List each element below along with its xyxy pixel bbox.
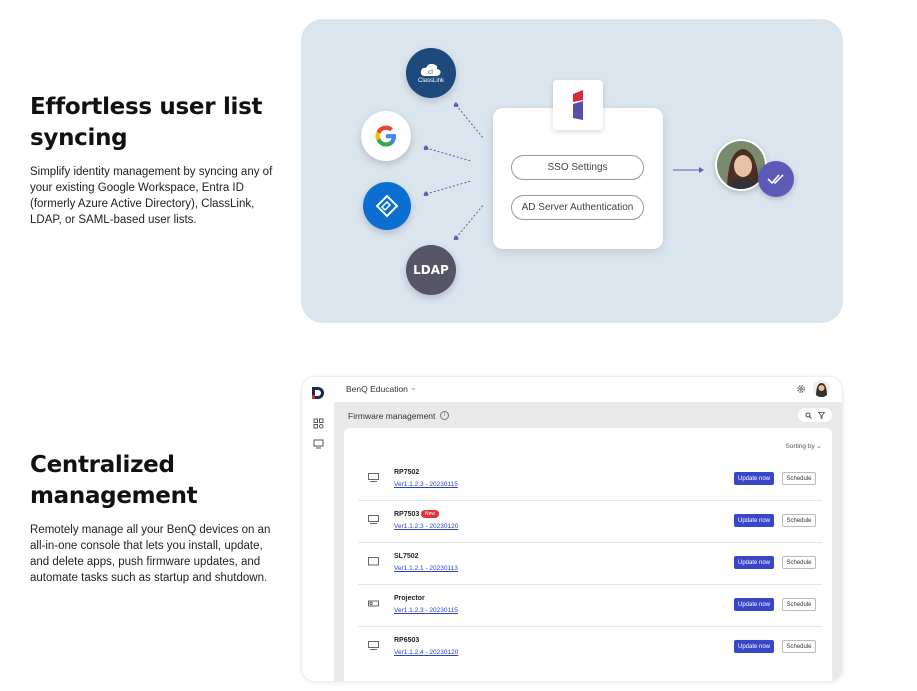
device-name: Projector xyxy=(394,595,425,602)
table-row: SL7502 Ver1.1.2.1 - 20230113 Update now … xyxy=(358,543,822,585)
update-now-button[interactable]: Update now xyxy=(734,556,774,569)
toolbar-pill xyxy=(798,408,832,422)
chevron-down-icon[interactable]: ⌄ xyxy=(410,383,417,392)
schedule-button[interactable]: Schedule xyxy=(782,640,816,653)
firmware-version-link[interactable]: Ver1.1.2.3 - 20230115 xyxy=(394,481,458,488)
entra-id-icon xyxy=(363,182,411,230)
display-icon xyxy=(368,515,379,524)
device-name: RP7503 xyxy=(394,511,420,518)
console-sidebar xyxy=(302,377,334,681)
update-now-button[interactable]: Update now xyxy=(734,472,774,485)
sort-label: Sorting by xyxy=(785,443,815,450)
table-row: Projector Ver1.1.2.3 - 20230115 Update n… xyxy=(358,585,822,627)
table-row: RP7502 Ver1.1.2.3 - 20230115 Update now … xyxy=(358,459,822,501)
update-now-button[interactable]: Update now xyxy=(734,514,774,527)
update-now-button[interactable]: Update now xyxy=(734,640,774,653)
table-row: RP7503 New Ver1.1.2.3 - 20230120 Update … xyxy=(358,501,822,543)
classlink-label: ClassLink xyxy=(417,77,444,84)
firmware-version-link[interactable]: Ver1.1.2.1 - 20230113 xyxy=(394,565,458,572)
projector-icon xyxy=(368,600,379,607)
update-now-button[interactable]: Update now xyxy=(734,598,774,611)
table-row: RP6503 Ver1.1.2.4 - 20230120 Update now … xyxy=(358,627,822,669)
signage-icon xyxy=(368,557,379,566)
filter-icon[interactable] xyxy=(818,411,825,419)
google-icon xyxy=(361,111,411,161)
identity-logo-icon xyxy=(553,80,603,130)
search-icon[interactable] xyxy=(805,412,812,419)
section-title-sync: Effortless user list syncing xyxy=(30,92,263,154)
apps-grid-icon[interactable] xyxy=(313,418,324,429)
device-name: SL7502 xyxy=(394,553,419,560)
page-title: Firmware management xyxy=(348,411,436,421)
schedule-button[interactable]: Schedule xyxy=(782,556,816,569)
firmware-version-link[interactable]: Ver1.1.2.3 - 20230115 xyxy=(394,607,458,614)
section-title-management: Centralized management xyxy=(30,450,198,512)
title-line: Centralized xyxy=(30,452,175,478)
firmware-version-link[interactable]: Ver1.1.2.4 - 20230120 xyxy=(394,649,458,656)
classlink-icon: cl ClassLink xyxy=(406,48,456,98)
title-line: syncing xyxy=(30,125,128,151)
ldap-icon: LDAP xyxy=(406,245,456,295)
schedule-button[interactable]: Schedule xyxy=(782,598,816,611)
section-description-sync: Simplify identity management by syncing … xyxy=(30,166,273,226)
sso-settings-pill[interactable]: SSO Settings xyxy=(511,155,644,180)
device-name: RP7502 xyxy=(394,469,420,476)
title-line: Effortless user list xyxy=(30,94,263,120)
schedule-button[interactable]: Schedule xyxy=(782,472,816,485)
schedule-button[interactable]: Schedule xyxy=(782,514,816,527)
new-badge: New xyxy=(421,510,440,518)
firmware-list: Sorting by ⌄ RP7502 Ver1.1.2.3 - 2023011… xyxy=(344,428,832,681)
display-icon xyxy=(368,473,379,482)
section-description-management: Remotely manage all your BenQ devices on… xyxy=(30,524,271,584)
title-line: management xyxy=(30,483,198,509)
management-console: BenQ Education ⌄ Firmware management i S… xyxy=(301,376,843,682)
info-icon[interactable]: i xyxy=(440,411,449,420)
sort-dropdown[interactable]: Sorting by ⌄ xyxy=(785,442,822,450)
user-avatar[interactable] xyxy=(813,380,830,397)
device-name: RP6503 xyxy=(394,637,420,644)
benq-logo-icon xyxy=(312,387,324,399)
org-selector[interactable]: BenQ Education xyxy=(346,384,408,394)
sso-illustration: cl ClassLink LDAP SSO Settings AD Server… xyxy=(301,19,843,323)
device-icon[interactable] xyxy=(313,438,324,449)
verified-check-icon xyxy=(758,161,794,197)
gear-icon[interactable] xyxy=(796,384,806,394)
firmware-version-link[interactable]: Ver1.1.2.3 - 20230120 xyxy=(394,523,458,530)
ldap-label: LDAP xyxy=(413,263,449,277)
svg-text:cl: cl xyxy=(428,69,433,76)
sso-settings-card: SSO Settings AD Server Authentication xyxy=(493,80,663,249)
ad-auth-pill[interactable]: AD Server Authentication xyxy=(511,195,644,220)
console-topbar: BenQ Education ⌄ xyxy=(334,377,842,402)
display-icon xyxy=(368,641,379,650)
console-main: Firmware management i Sorting by ⌄ RP750… xyxy=(334,402,842,681)
